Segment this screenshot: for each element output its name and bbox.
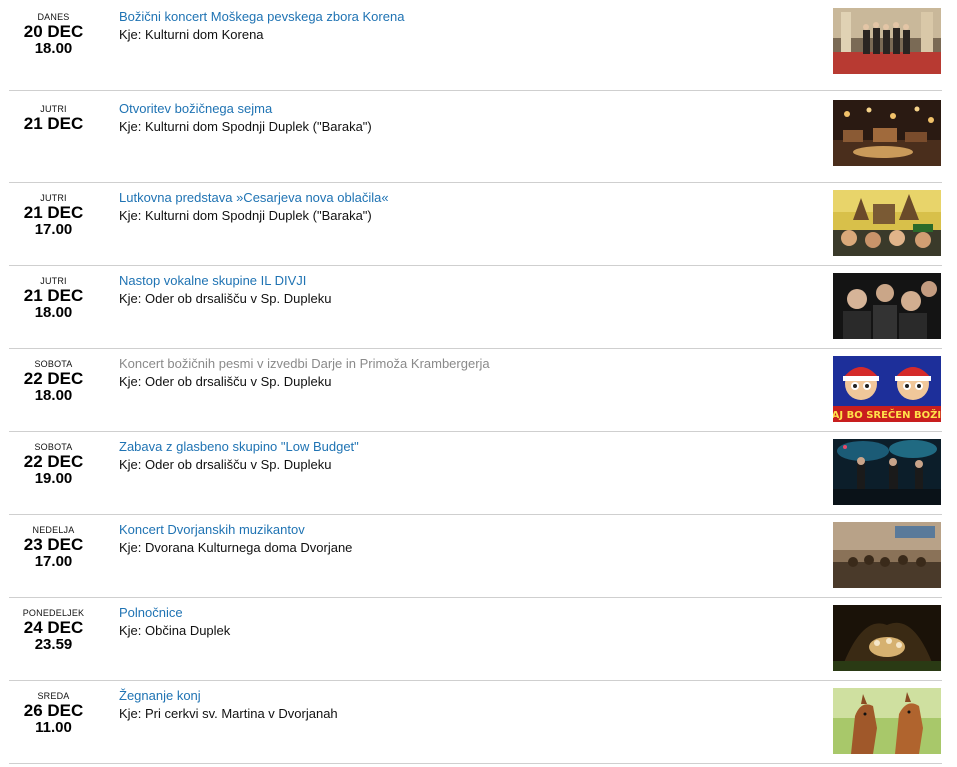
event-thumbnail-puppet-show[interactable] <box>833 190 941 256</box>
event-thumbnail-hall-concert[interactable] <box>833 522 941 588</box>
event-location: Kje: Oder ob drsališču v Sp. Dupleku <box>119 457 332 472</box>
event-location: Kje: Kulturni dom Spodnji Duplek ("Barak… <box>119 119 372 134</box>
event-date: JUTRI 21 DEC <box>9 100 98 132</box>
event-date: SOBOTA 22 DEC 18.00 <box>9 349 98 405</box>
event-info: Božični koncert Moškega pevskega zbora K… <box>119 9 809 43</box>
event-day: 21 DEC <box>23 203 84 222</box>
event-info: Koncert Dvorjanskih muzikantov Kje: Dvor… <box>119 522 809 556</box>
choir-photo-icon <box>833 8 941 74</box>
event-date: SOBOTA 22 DEC 19.00 <box>9 432 98 488</box>
event-time: 18.00 <box>34 304 73 321</box>
event-time: 11.00 <box>35 719 72 736</box>
market-photo-icon <box>833 100 941 166</box>
event-row: PONEDELJEK 24 DEC 23.59 Polnočnice Kje: … <box>9 598 942 681</box>
event-time: 19.00 <box>34 470 73 487</box>
event-info: Polnočnice Kje: Občina Duplek <box>119 605 809 639</box>
event-thumbnail-horses[interactable] <box>833 688 941 754</box>
event-info: Žegnanje konj Kje: Pri cerkvi sv. Martin… <box>119 688 809 722</box>
event-title-link[interactable]: Nastop vokalne skupine IL DIVJI <box>119 273 809 289</box>
event-thumbnail-vocal-group[interactable] <box>833 273 941 339</box>
event-time: 18.00 <box>34 40 73 57</box>
event-day: 26 DEC <box>23 701 84 720</box>
event-info: Lutkovna predstava »Cesarjeva nova oblač… <box>119 190 809 224</box>
event-row: NEDELJA 23 DEC 17.00 Koncert Dvorjanskih… <box>9 515 942 598</box>
event-row: SOBOTA 22 DEC 18.00 Koncert božičnih pes… <box>9 349 942 432</box>
event-thumbnail-nativity[interactable] <box>833 605 941 671</box>
event-thumbnail-choir[interactable] <box>833 8 941 74</box>
event-location: Kje: Kulturni dom Korena <box>119 27 264 42</box>
event-date: SREDA 26 DEC 11.00 <box>9 681 98 737</box>
event-location: Kje: Pri cerkvi sv. Martina v Dvorjanah <box>119 706 338 721</box>
event-info: Koncert božičnih pesmi v izvedbi Darje i… <box>119 356 809 390</box>
event-date: DANES 20 DEC 18.00 <box>9 8 98 58</box>
event-row: JUTRI 21 DEC 17.00 Lutkovna predstava »C… <box>9 183 942 266</box>
event-date: NEDELJA 23 DEC 17.00 <box>9 515 98 571</box>
event-day: 20 DEC <box>23 22 84 41</box>
event-row: SREDA 26 DEC 11.00 Žegnanje konj Kje: Pr… <box>9 681 942 764</box>
vocal-group-photo-icon <box>833 273 941 339</box>
nativity-photo-icon <box>833 605 941 671</box>
event-location: Kje: Oder ob drsališču v Sp. Dupleku <box>119 291 332 306</box>
event-title-link[interactable]: Lutkovna predstava »Cesarjeva nova oblač… <box>119 190 809 206</box>
event-thumbnail-band-stage[interactable] <box>833 439 941 505</box>
event-title-link[interactable]: Božični koncert Moškega pevskega zbora K… <box>119 9 809 25</box>
event-location: Kje: Dvorana Kulturnega doma Dvorjane <box>119 540 353 555</box>
event-day: 24 DEC <box>23 618 84 637</box>
event-title-link[interactable]: Polnočnice <box>119 605 809 621</box>
event-thumbnail-cartoon-poster[interactable]: TAJ BO SREČEN BOŽIČ <box>833 356 941 422</box>
event-date: JUTRI 21 DEC 18.00 <box>9 266 98 322</box>
event-info: Nastop vokalne skupine IL DIVJI Kje: Ode… <box>119 273 809 307</box>
band-stage-photo-icon <box>833 439 941 505</box>
poster-text: TAJ BO SREČEN BOŽIČ <box>833 408 941 421</box>
event-location: Kje: Oder ob drsališču v Sp. Dupleku <box>119 374 332 389</box>
event-title-link[interactable]: Koncert božičnih pesmi v izvedbi Darje i… <box>119 356 809 372</box>
event-time: 17.00 <box>34 221 73 238</box>
event-day: 22 DEC <box>23 369 84 388</box>
event-date: PONEDELJEK 24 DEC 23.59 <box>9 598 98 654</box>
event-list: DANES 20 DEC 18.00 Božični koncert Moške… <box>0 8 957 764</box>
event-row: SOBOTA 22 DEC 19.00 Zabava z glasbeno sk… <box>9 432 942 515</box>
event-date: JUTRI 21 DEC 17.00 <box>9 183 98 239</box>
event-title-link[interactable]: Otvoritev božičnega sejma <box>119 101 809 117</box>
event-title-link[interactable]: Koncert Dvorjanskih muzikantov <box>119 522 809 538</box>
cartoon-poster-icon: TAJ BO SREČEN BOŽIČ <box>833 356 941 422</box>
puppet-show-photo-icon <box>833 190 941 256</box>
event-time: 18.00 <box>34 387 73 404</box>
event-location: Kje: Kulturni dom Spodnji Duplek ("Barak… <box>119 208 372 223</box>
event-day: 21 DEC <box>23 286 84 305</box>
event-title-link[interactable]: Zabava z glasbeno skupino "Low Budget" <box>119 439 809 455</box>
event-title-link[interactable]: Žegnanje konj <box>119 688 809 704</box>
event-time: 23.59 <box>34 636 73 653</box>
event-thumbnail-market[interactable] <box>833 100 941 166</box>
event-time: 17.00 <box>34 553 73 570</box>
event-info: Otvoritev božičnega sejma Kje: Kulturni … <box>119 101 809 135</box>
event-row: JUTRI 21 DEC 18.00 Nastop vokalne skupin… <box>9 266 942 349</box>
event-location: Kje: Občina Duplek <box>119 623 231 638</box>
event-day: 23 DEC <box>23 535 84 554</box>
event-day: 21 DEC <box>23 114 84 133</box>
event-day: 22 DEC <box>23 452 84 471</box>
hall-concert-photo-icon <box>833 522 941 588</box>
event-row: JUTRI 21 DEC Otvoritev božičnega sejma K… <box>9 100 942 183</box>
event-row: DANES 20 DEC 18.00 Božični koncert Moške… <box>9 8 942 91</box>
event-info: Zabava z glasbeno skupino "Low Budget" K… <box>119 439 809 473</box>
horses-photo-icon <box>833 688 941 754</box>
